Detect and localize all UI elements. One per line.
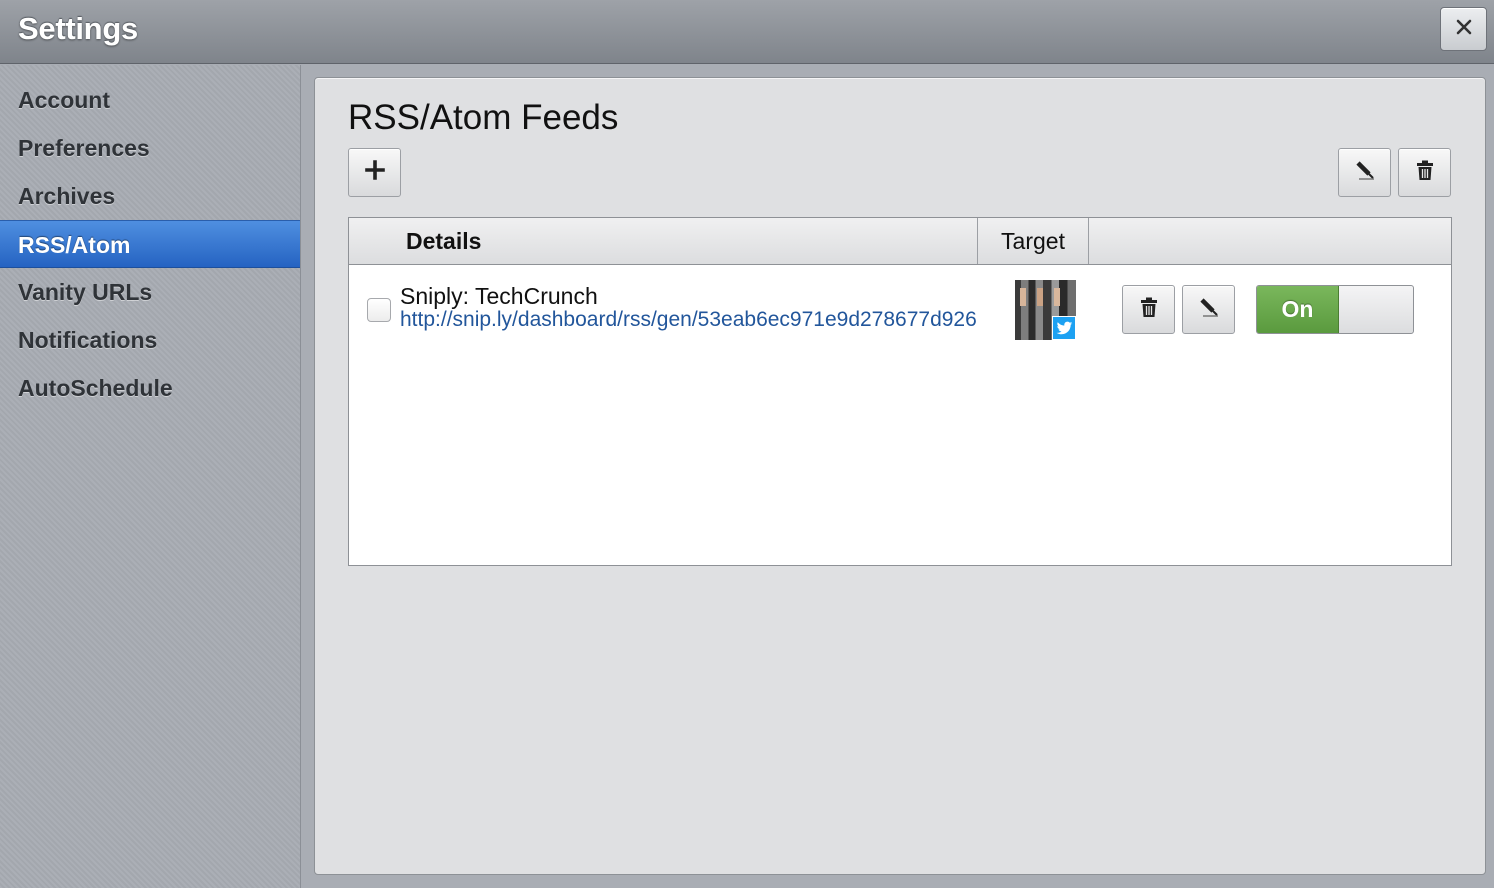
add-feed-button[interactable] [348, 148, 401, 197]
pencil-icon [1353, 158, 1377, 187]
sidebar-item-notifications[interactable]: Notifications [0, 316, 300, 364]
row-select-checkbox[interactable] [367, 298, 391, 322]
pencil-icon [1197, 295, 1221, 324]
sidebar-item-account[interactable]: Account [0, 76, 300, 124]
table-header: Details Target [349, 218, 1451, 265]
edit-selected-button[interactable] [1338, 148, 1391, 197]
plus-icon [363, 158, 387, 187]
window-title: Settings [18, 11, 138, 46]
feed-enabled-toggle[interactable]: On [1256, 285, 1414, 334]
sidebar-item-vanity-urls[interactable]: Vanity URLs [0, 268, 300, 316]
twitter-icon [1052, 316, 1076, 340]
target-avatar [1015, 280, 1076, 340]
trash-icon [1413, 158, 1437, 187]
close-icon [1455, 18, 1473, 41]
column-header-target[interactable]: Target [977, 218, 1089, 264]
trash-icon [1137, 295, 1161, 324]
sidebar-item-rss-atom[interactable]: RSS/Atom [0, 220, 300, 268]
edit-feed-button[interactable] [1182, 285, 1235, 334]
delete-selected-button[interactable] [1398, 148, 1451, 197]
feeds-table: Details Target Sniply: TechCrunch http:/… [348, 217, 1452, 566]
rss-feeds-panel: RSS/Atom Feeds Details Target Sniply: Te… [314, 77, 1486, 875]
title-bar: Settings [0, 0, 1494, 64]
table-row: Sniply: TechCrunch http://snip.ly/dashbo… [349, 266, 1451, 346]
close-button[interactable] [1440, 7, 1487, 51]
feed-url-link[interactable]: http://snip.ly/dashboard/rss/gen/53eab6e… [400, 308, 977, 332]
sidebar-item-archives[interactable]: Archives [0, 172, 300, 220]
settings-sidebar: Account Preferences Archives RSS/Atom Va… [0, 65, 301, 888]
sidebar-item-preferences[interactable]: Preferences [0, 124, 300, 172]
toggle-on-label: On [1257, 286, 1339, 333]
sidebar-item-autoschedule[interactable]: AutoSchedule [0, 364, 300, 412]
feed-name: Sniply: TechCrunch [400, 283, 598, 309]
column-header-details[interactable]: Details [406, 218, 481, 264]
delete-feed-button[interactable] [1122, 285, 1175, 334]
page-title: RSS/Atom Feeds [348, 98, 619, 137]
